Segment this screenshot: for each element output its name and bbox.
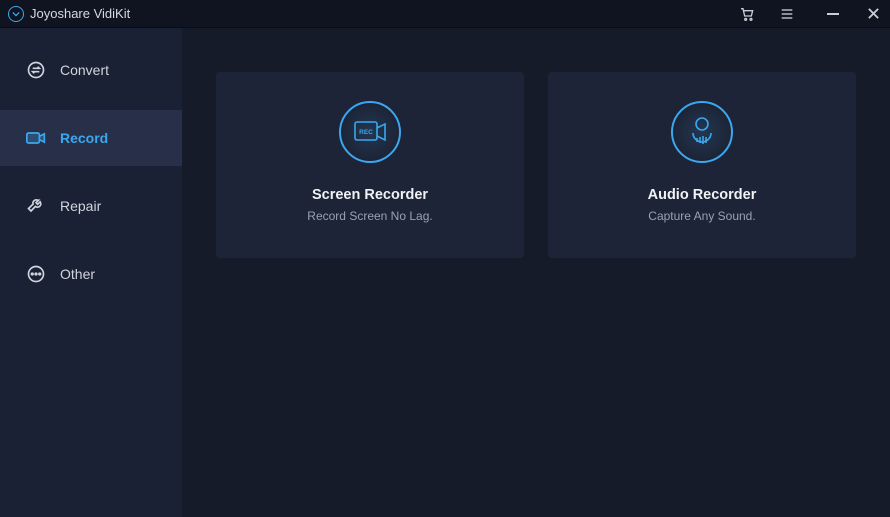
content: Convert Record Repair Other <box>0 28 890 517</box>
sidebar-item-repair[interactable]: Repair <box>0 178 182 234</box>
audio-recorder-icon <box>671 101 733 163</box>
app-window: Joyoshare VidiKit <box>0 0 890 517</box>
sidebar-item-label: Other <box>60 266 95 282</box>
sidebar-item-convert[interactable]: Convert <box>0 42 182 98</box>
cart-icon[interactable] <box>738 5 756 23</box>
svg-text:REC: REC <box>359 129 373 136</box>
titlebar: Joyoshare VidiKit <box>0 0 890 28</box>
sidebar-item-label: Convert <box>60 62 109 78</box>
card-title: Screen Recorder <box>312 187 428 203</box>
card-subtitle: Record Screen No Lag. <box>307 209 432 223</box>
sidebar-item-label: Record <box>60 130 108 146</box>
sidebar-item-label: Repair <box>60 198 101 214</box>
minimize-button[interactable] <box>824 5 842 23</box>
record-icon <box>26 128 46 148</box>
screen-recorder-icon: REC <box>339 101 401 163</box>
window-controls <box>824 5 882 23</box>
close-button[interactable] <box>864 5 882 23</box>
card-subtitle: Capture Any Sound. <box>648 209 755 223</box>
sidebar-item-other[interactable]: Other <box>0 246 182 302</box>
menu-icon[interactable] <box>778 5 796 23</box>
sidebar-item-record[interactable]: Record <box>0 110 182 166</box>
repair-icon <box>26 196 46 216</box>
sidebar: Convert Record Repair Other <box>0 28 182 517</box>
card-screen-recorder[interactable]: REC Screen Recorder Record Screen No Lag… <box>216 72 524 258</box>
app-logo-icon <box>8 6 24 22</box>
card-title: Audio Recorder <box>648 187 757 203</box>
app-title: Joyoshare VidiKit <box>30 6 130 21</box>
other-icon <box>26 264 46 284</box>
card-audio-recorder[interactable]: Audio Recorder Capture Any Sound. <box>548 72 856 258</box>
convert-icon <box>26 60 46 80</box>
main-panel: REC Screen Recorder Record Screen No Lag… <box>182 28 890 517</box>
titlebar-actions <box>738 5 796 23</box>
